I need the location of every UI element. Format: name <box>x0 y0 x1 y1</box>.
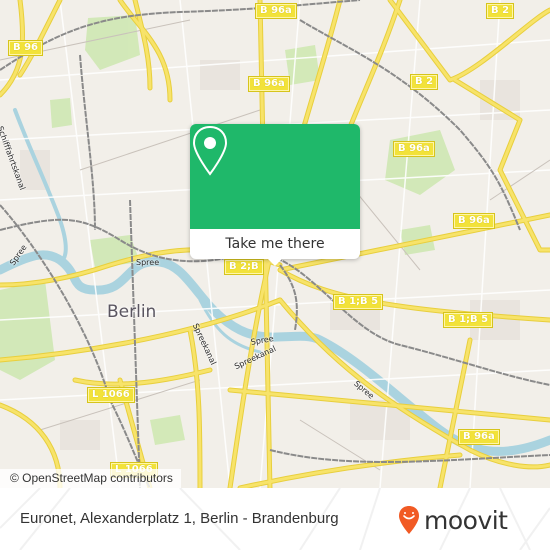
map-attribution[interactable]: © OpenStreetMap contributors <box>0 469 181 488</box>
road-shield: B 1;B 5 <box>443 312 494 328</box>
road-shield: B 96a <box>393 141 435 157</box>
destination-popup[interactable]: Take me there <box>190 124 360 266</box>
road-shield: B 1;B 5 <box>333 294 384 310</box>
location-address: Euronet, Alexanderplatz 1, Berlin - Bran… <box>20 510 339 527</box>
road-shield: B 2 <box>486 3 515 19</box>
popup-pointer <box>267 258 283 266</box>
road-shield: B 2 <box>410 74 439 90</box>
road-shield: B 96a <box>458 429 500 445</box>
road-shield: B 96 <box>8 40 44 56</box>
moovit-logo[interactable]: moovit <box>398 504 508 536</box>
city-label: Berlin <box>107 302 157 322</box>
moovit-wordmark: moovit <box>424 505 508 535</box>
take-me-there-button[interactable]: Take me there <box>190 229 360 259</box>
water-label: Spree <box>136 258 160 267</box>
map[interactable]: B 96 B 96a B 96a B 2 B 2 B 96a B 96a B 2… <box>0 0 550 488</box>
footer: Euronet, Alexanderplatz 1, Berlin - Bran… <box>0 488 550 550</box>
map-pin-icon <box>192 125 228 176</box>
road-shield: B 2;B <box>224 259 264 275</box>
road-shield: B 96a <box>453 213 495 229</box>
road-shield: B 96a <box>255 3 297 19</box>
moovit-pin-icon <box>399 506 419 534</box>
road-shield: L 1066 <box>87 387 135 403</box>
popup-header <box>190 124 360 229</box>
road-shield: B 96a <box>248 76 290 92</box>
